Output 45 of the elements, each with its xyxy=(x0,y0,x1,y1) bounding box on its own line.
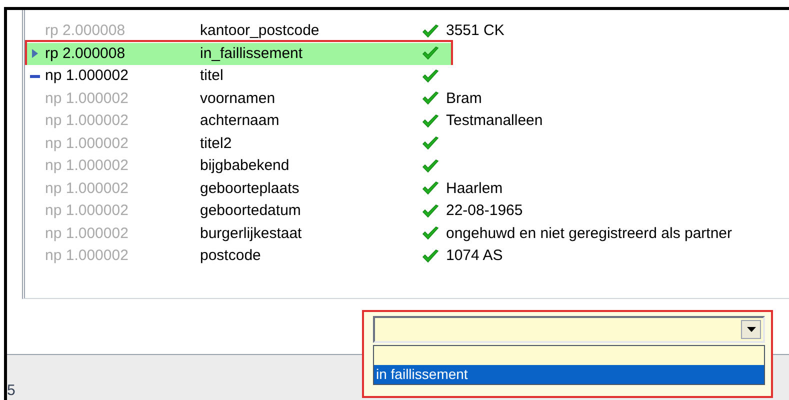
field-value: Testmanalleen xyxy=(446,111,543,131)
field-name: bijgbabekend xyxy=(200,156,290,176)
code-text: np 1.000002 xyxy=(45,111,130,131)
field-value: Haarlem xyxy=(446,178,503,198)
selected-option[interactable]: in faillissement xyxy=(374,365,764,384)
field-value: 1074 AS xyxy=(446,246,503,266)
field-name: voornamen xyxy=(200,88,276,108)
code-text: np 1.000002 xyxy=(45,156,130,176)
check-icon xyxy=(422,181,439,196)
field-value: Bram xyxy=(446,88,482,108)
field-name: in_faillissement xyxy=(200,44,304,64)
check-icon xyxy=(422,68,439,84)
code-text: np 1.000002 xyxy=(45,246,130,266)
code-text: np 1.000002 xyxy=(45,66,130,86)
check-icon xyxy=(422,46,439,62)
combo-box[interactable] xyxy=(373,316,765,343)
row-pointer-icon xyxy=(32,49,38,58)
check-icon xyxy=(422,91,439,106)
code-text: np 1.000002 xyxy=(45,201,130,221)
field-name: titel xyxy=(200,66,224,86)
field-name: postcode xyxy=(200,246,262,266)
check-icon xyxy=(422,226,439,242)
check-icon xyxy=(422,158,439,174)
field-name: kantoor_postcode xyxy=(200,21,320,41)
field-name: burgerlijkestaat xyxy=(200,224,303,244)
code-text: np 1.000002 xyxy=(45,178,130,198)
code-text: rp 2.000008 xyxy=(45,21,126,41)
check-icon xyxy=(422,248,439,264)
check-icon xyxy=(422,204,439,219)
field-name: titel2 xyxy=(200,134,233,154)
field-name: geboorteplaats xyxy=(200,178,300,198)
dash-icon xyxy=(30,74,40,78)
field-value: ongehuwd en niet geregistreerd als partner xyxy=(446,224,732,244)
status-text: 5 xyxy=(7,383,16,398)
code-text: np 1.000002 xyxy=(45,134,130,154)
check-icon xyxy=(422,24,439,39)
field-name: geboortedatum xyxy=(200,201,302,221)
code-text: np 1.000002 xyxy=(45,224,130,244)
field-value: 22-08-1965 xyxy=(446,201,523,221)
field-value: 3551 CK xyxy=(446,21,504,41)
field-name: achternaam xyxy=(200,111,280,131)
code-text: np 1.000002 xyxy=(45,88,130,108)
check-icon xyxy=(422,136,439,152)
code-text: rp 2.000008 xyxy=(45,44,126,64)
check-icon xyxy=(422,114,439,129)
